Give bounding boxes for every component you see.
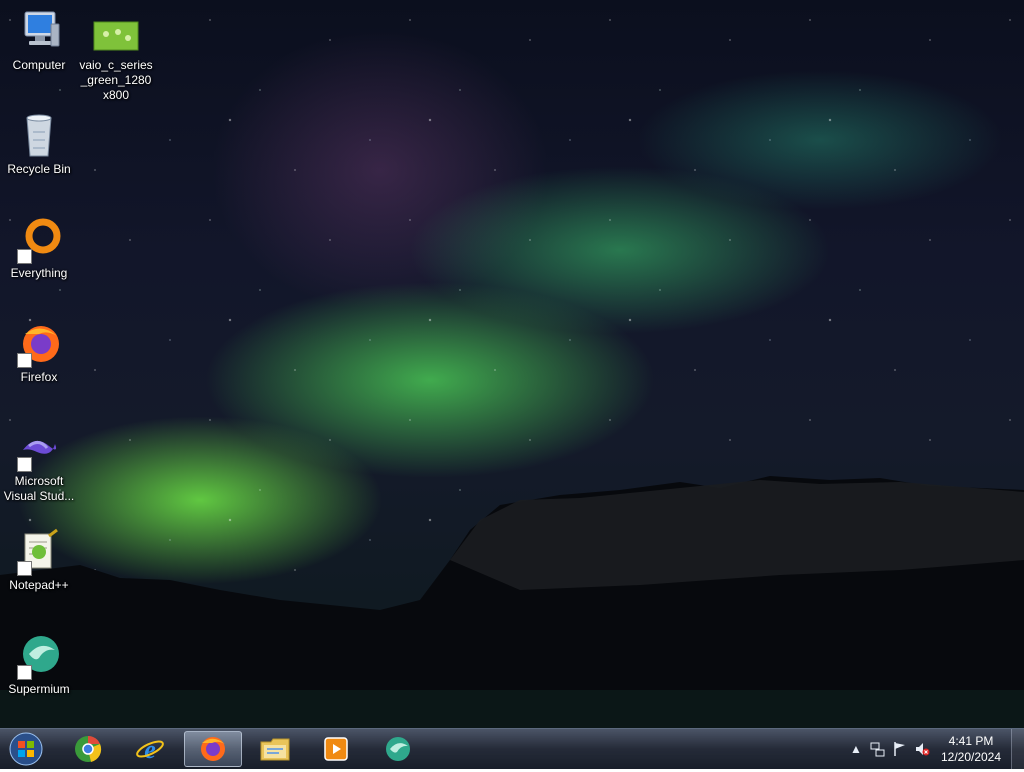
recycle-bin-icon bbox=[15, 112, 63, 160]
clock-time: 4:41 PM bbox=[948, 734, 994, 748]
desktop-icon-visual-studio[interactable]: Microsoft Visual Stud... bbox=[1, 424, 77, 504]
desktop-icon-computer[interactable]: Computer bbox=[1, 8, 77, 73]
desktop-icon-label: Everything bbox=[10, 266, 68, 280]
everything-search-icon bbox=[15, 216, 63, 264]
ie-icon: e bbox=[136, 735, 164, 764]
image-file-icon bbox=[92, 8, 140, 56]
shortcut-arrow-icon bbox=[17, 353, 32, 368]
folder-icon bbox=[260, 738, 290, 761]
taskbar-button-firefox[interactable] bbox=[184, 731, 242, 767]
show-desktop-button[interactable] bbox=[1011, 729, 1024, 769]
show-hidden-icons-icon[interactable]: ▲ bbox=[848, 741, 864, 757]
taskbar-button-chrome-style-browser[interactable] bbox=[59, 731, 117, 767]
visual-studio-icon bbox=[15, 424, 63, 472]
firefox-icon bbox=[201, 737, 225, 761]
shortcut-arrow-icon bbox=[17, 249, 32, 264]
desktop-icon-everything[interactable]: Everything bbox=[1, 216, 77, 281]
svg-text:e: e bbox=[144, 735, 156, 764]
windows-start-icon bbox=[9, 732, 43, 766]
start-button[interactable] bbox=[7, 731, 45, 767]
desktop-icon-notepadpp[interactable]: Notepad++ bbox=[1, 528, 77, 593]
clock-date: 12/20/2024 bbox=[940, 750, 1002, 764]
action-center-flag-icon[interactable] bbox=[892, 741, 908, 757]
shortcut-arrow-icon bbox=[17, 665, 32, 680]
desktop-icon-supermium[interactable]: Supermium bbox=[1, 632, 77, 697]
supermium-icon bbox=[386, 737, 410, 761]
taskbar-button-internet-explorer[interactable]: e bbox=[121, 731, 179, 767]
desktop-icon-label: Computer bbox=[12, 58, 66, 72]
computer-icon bbox=[15, 8, 63, 56]
desktop-icon-recycle-bin[interactable]: Recycle Bin bbox=[1, 112, 77, 177]
desktop-icon-label: Recycle Bin bbox=[7, 162, 71, 176]
shortcut-arrow-icon bbox=[17, 457, 32, 472]
desktop-icon-label: vaio_c_series_green_1280x800 bbox=[79, 58, 153, 102]
desktop-icon-label: Firefox bbox=[20, 370, 58, 384]
system-tray: ▲ 4:41 PM 12/20/2024 bbox=[834, 729, 1024, 769]
supermium-icon bbox=[15, 632, 63, 680]
chrome-icon bbox=[75, 736, 102, 762]
mountain-silhouette bbox=[0, 476, 1024, 728]
desktop-icon-label: Supermium bbox=[8, 682, 70, 696]
firefox-icon bbox=[15, 320, 63, 368]
taskbar-button-supermium[interactable] bbox=[369, 731, 427, 767]
taskbar-button-media-player[interactable] bbox=[307, 731, 365, 767]
notepadpp-icon bbox=[15, 528, 63, 576]
tray-clock[interactable]: 4:41 PM 12/20/2024 bbox=[936, 733, 1006, 765]
media-player-icon bbox=[324, 737, 348, 761]
desktop-background: Computer vaio_c_series_green_1280x800 Re… bbox=[0, 0, 1024, 728]
taskbar-button-file-explorer[interactable] bbox=[246, 731, 304, 767]
shortcut-arrow-icon bbox=[17, 561, 32, 576]
desktop-icon-firefox[interactable]: Firefox bbox=[1, 320, 77, 385]
desktop-icon-label: Notepad++ bbox=[9, 578, 69, 592]
volume-muted-icon[interactable] bbox=[914, 741, 930, 757]
desktop-icon-label: Microsoft Visual Stud... bbox=[3, 474, 75, 503]
network-icon[interactable] bbox=[870, 741, 886, 757]
desktop-icon-image-file[interactable]: vaio_c_series_green_1280x800 bbox=[78, 8, 154, 103]
taskbar: e ▲ 4:41 PM 12/20/2024 bbox=[0, 728, 1024, 769]
